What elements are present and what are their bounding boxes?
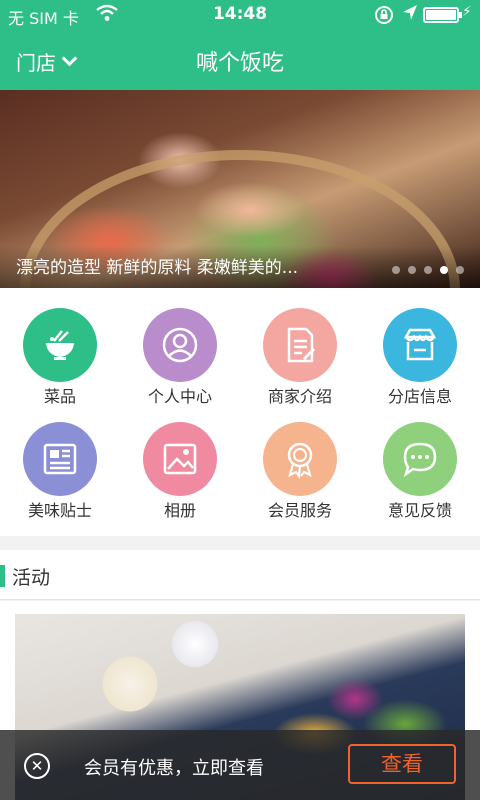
menu-item-label: 美味贴士 [27, 501, 92, 520]
menu-grid: 菜品 个人中心 商家介绍 分店信息美味贴士 相册 会员服务 意见反馈 [0, 288, 480, 536]
menu-item-3[interactable]: 分店信息 [360, 288, 480, 406]
member-promo-bar: ✕ 会员有优惠，立即查看 查看 [0, 730, 480, 800]
food-bowl-icon [23, 308, 97, 382]
charging-icon: ⚡ [462, 4, 472, 20]
carousel-dot[interactable] [408, 266, 416, 274]
location-arrow-icon [402, 4, 418, 26]
badge-icon [263, 422, 337, 496]
rotation-lock-icon [374, 5, 394, 29]
carousel-dot[interactable] [392, 266, 400, 274]
banner-caption-bar: 漂亮的造型 新鲜的原料 柔嫩鲜美的... [0, 246, 480, 288]
carousel-dot[interactable] [424, 266, 432, 274]
menu-item-label: 会员服务 [267, 501, 332, 520]
carousel-indicators [392, 266, 464, 274]
carousel-dot[interactable] [440, 266, 448, 274]
store-icon [383, 308, 457, 382]
menu-item-7[interactable]: 意见反馈 [360, 402, 480, 520]
status-bar: 无 SIM 卡 14:48 ⚡ [0, 0, 480, 30]
user-icon [143, 308, 217, 382]
menu-item-0[interactable]: 菜品 [0, 288, 120, 406]
banner-carousel[interactable]: 漂亮的造型 新鲜的原料 柔嫩鲜美的... [0, 90, 480, 288]
carousel-dot[interactable] [456, 266, 464, 274]
newspaper-icon [23, 422, 97, 496]
chat-icon [383, 422, 457, 496]
menu-item-5[interactable]: 相册 [120, 402, 240, 520]
document-icon [263, 308, 337, 382]
menu-item-1[interactable]: 个人中心 [120, 288, 240, 406]
section-accent-bar [0, 565, 5, 587]
page-title: 喊个饭吃 [195, 51, 284, 76]
banner-caption: 漂亮的造型 新鲜的原料 柔嫩鲜美的... [16, 258, 299, 278]
menu-item-label: 相册 [163, 501, 196, 520]
menu-item-4[interactable]: 美味贴士 [0, 402, 120, 520]
battery-icon [423, 7, 462, 23]
promo-message: 会员有优惠，立即查看 [84, 758, 264, 779]
activity-header: 活动 [0, 550, 480, 600]
app-header: 无 SIM 卡 14:48 ⚡ 门店 喊个饭吃 [0, 0, 480, 90]
nav-bar: 门店 喊个饭吃 [0, 30, 480, 90]
close-icon[interactable]: ✕ [24, 753, 50, 779]
menu-item-label: 意见反馈 [387, 501, 452, 520]
photo-icon [143, 422, 217, 496]
activity-title: 活动 [12, 567, 51, 589]
menu-item-2[interactable]: 商家介绍 [240, 288, 360, 406]
view-button[interactable]: 查看 [348, 744, 456, 784]
menu-item-6[interactable]: 会员服务 [240, 402, 360, 520]
